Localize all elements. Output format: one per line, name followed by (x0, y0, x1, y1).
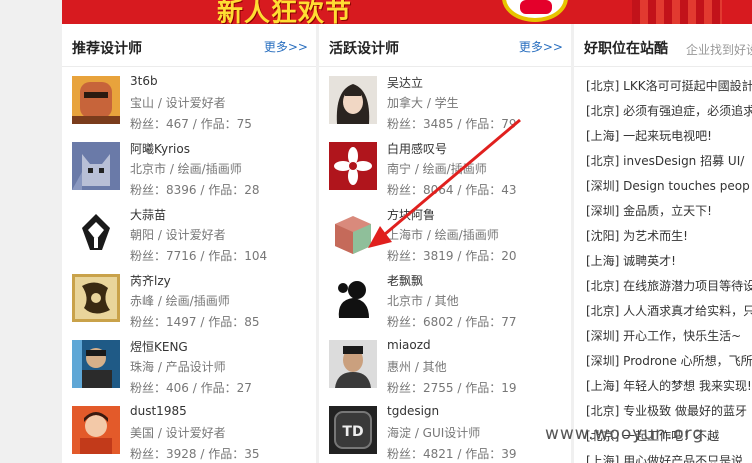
designer-avatar[interactable] (72, 76, 120, 124)
designer-stats: 粉丝：3819 / 作品：20 (387, 249, 517, 263)
job-link[interactable]: [北京] 必须有强迫症，必须追求 (586, 102, 752, 127)
designer-name[interactable]: 阿曦Kyrios (130, 140, 190, 157)
designer-stats: 粉丝：1497 / 作品：85 (130, 315, 260, 329)
designer-location: 宝山 / 设计爱好者 (130, 96, 226, 110)
designer-avatar[interactable] (329, 76, 377, 124)
job-link[interactable]: [深圳] Design touches peop (586, 177, 752, 202)
recommended-designers-panel: 推荐设计师 更多>> 3t6b 宝山 / 设计爱好者 粉丝：467 / 作品：7… (62, 24, 316, 463)
designer-location: 北京市 / 绘画/插画师 (130, 162, 242, 176)
job-link[interactable]: [北京] invesDesign 招募 UI/ (586, 152, 752, 177)
designer-stats: 粉丝：406 / 作品：27 (130, 381, 252, 395)
designer-name[interactable]: dust1985 (130, 404, 187, 418)
designer-location: 惠州 / 其他 (387, 360, 447, 374)
recommended-more-link[interactable]: 更多>> (264, 38, 308, 55)
designer-name[interactable]: 吴达立 (387, 74, 423, 91)
designer-avatar[interactable] (329, 340, 377, 388)
job-link[interactable]: [上海] 一起来玩电视吧! (586, 127, 752, 152)
job-list: [北京] LKK洛可可挺起中國設計 [北京] 必须有强迫症，必须追求 [上海] … (586, 77, 752, 463)
designer-stats: 粉丝：3485 / 作品：79 (387, 117, 517, 131)
designer-location: 南宁 / 绘画/插画师 (387, 162, 487, 176)
designer-avatar[interactable] (72, 142, 120, 190)
recommended-title: 推荐设计师 (72, 41, 142, 57)
designer-location: 加拿大 / 学生 (387, 96, 459, 110)
job-link[interactable]: [北京] 在线旅游潜力项目等待设 (586, 277, 752, 302)
job-link[interactable]: [深圳] 开心工作，快乐生活~ (586, 327, 752, 352)
banner-decoration (632, 0, 722, 24)
job-link[interactable]: [深圳] Prodrone 心所想，飞所 (586, 352, 752, 377)
job-link[interactable]: [上海] 年轻人的梦想 我来实现! (586, 377, 752, 402)
designer-name[interactable]: 煜恒KENG (130, 338, 188, 355)
designer-location: 赤峰 / 绘画/插画师 (130, 294, 230, 308)
active-title: 活跃设计师 (329, 41, 399, 57)
designer-avatar[interactable] (329, 208, 377, 256)
designer-stats: 粉丝：467 / 作品：75 (130, 117, 252, 131)
designer-name[interactable]: 大蒜苗 (130, 206, 166, 223)
designer-name[interactable]: 芮齐lzy (130, 272, 171, 289)
job-link[interactable]: [深圳] 金品质，立天下! (586, 202, 752, 227)
designer-avatar[interactable] (329, 142, 377, 190)
designer-location: 上海市 / 绘画/插画师 (387, 228, 499, 242)
designer-location: 海淀 / GUI设计师 (387, 426, 481, 440)
designer-name[interactable]: 白用感叹号 (387, 140, 447, 157)
designer-avatar[interactable] (329, 274, 377, 322)
designer-location: 北京市 / 其他 (387, 294, 459, 308)
designer-stats: 粉丝：2755 / 作品：19 (387, 381, 517, 395)
designer-stats: 粉丝：3928 / 作品：35 (130, 447, 260, 461)
designer-location: 美国 / 设计爱好者 (130, 426, 226, 440)
designer-name[interactable]: 方块阿鲁 (387, 206, 435, 223)
jobs-header: 好职位在站酷 企业找到好设 (574, 24, 752, 67)
jobs-title: 好职位在站酷 (584, 41, 668, 57)
designer-avatar[interactable] (72, 208, 120, 256)
designer-location: 朝阳 / 设计爱好者 (130, 228, 226, 242)
job-link[interactable]: [北京] LKK洛可可挺起中國設計 (586, 77, 752, 102)
job-link[interactable]: [沈阳] 为艺术而生! (586, 227, 752, 252)
designer-stats: 粉丝：6802 / 作品：77 (387, 315, 517, 329)
designer-avatar[interactable] (72, 340, 120, 388)
designer-stats: 粉丝：8396 / 作品：28 (130, 183, 260, 197)
banner-text: 新人狂欢节 (217, 0, 353, 24)
designer-name[interactable]: 老飘飘 (387, 272, 423, 289)
active-designers-panel: 活跃设计师 更多>> 吴达立 加拿大 / 学生 粉丝：3485 / 作品：79 … (319, 24, 571, 463)
designer-avatar[interactable]: TD (329, 406, 377, 454)
designer-avatar[interactable] (72, 274, 120, 322)
active-more-link[interactable]: 更多>> (519, 38, 563, 55)
job-link[interactable]: [上海] 诚聘英才! (586, 252, 752, 277)
jobs-subtitle: 企业找到好设 (686, 43, 752, 57)
banner-badge (502, 0, 568, 22)
designer-name[interactable]: miaozd (387, 338, 431, 352)
jobs-panel: 好职位在站酷 企业找到好设 [北京] LKK洛可可挺起中國設計 [北京] 必须有… (574, 24, 752, 463)
designer-name[interactable]: tgdesign (387, 404, 439, 418)
recommended-header: 推荐设计师 更多>> (62, 24, 316, 67)
svg-text:TD: TD (342, 424, 363, 440)
job-link[interactable]: [北京] 人人酒求真才给实料，只 (586, 302, 752, 327)
active-header: 活跃设计师 更多>> (319, 24, 571, 67)
designer-stats: 粉丝：7716 / 作品：104 (130, 249, 268, 263)
designer-stats: 粉丝：8064 / 作品：43 (387, 183, 517, 197)
designer-avatar[interactable] (72, 406, 120, 454)
designer-name[interactable]: 3t6b (130, 74, 158, 88)
top-banner[interactable]: 新人狂欢节 (62, 0, 752, 24)
designer-location: 珠海 / 产品设计师 (130, 360, 226, 374)
watermark-text: www.wooyun.org (545, 424, 705, 444)
job-link[interactable]: [上海] 用心做好产品不只是说 (586, 452, 752, 463)
designer-stats: 粉丝：4821 / 作品：39 (387, 447, 517, 461)
